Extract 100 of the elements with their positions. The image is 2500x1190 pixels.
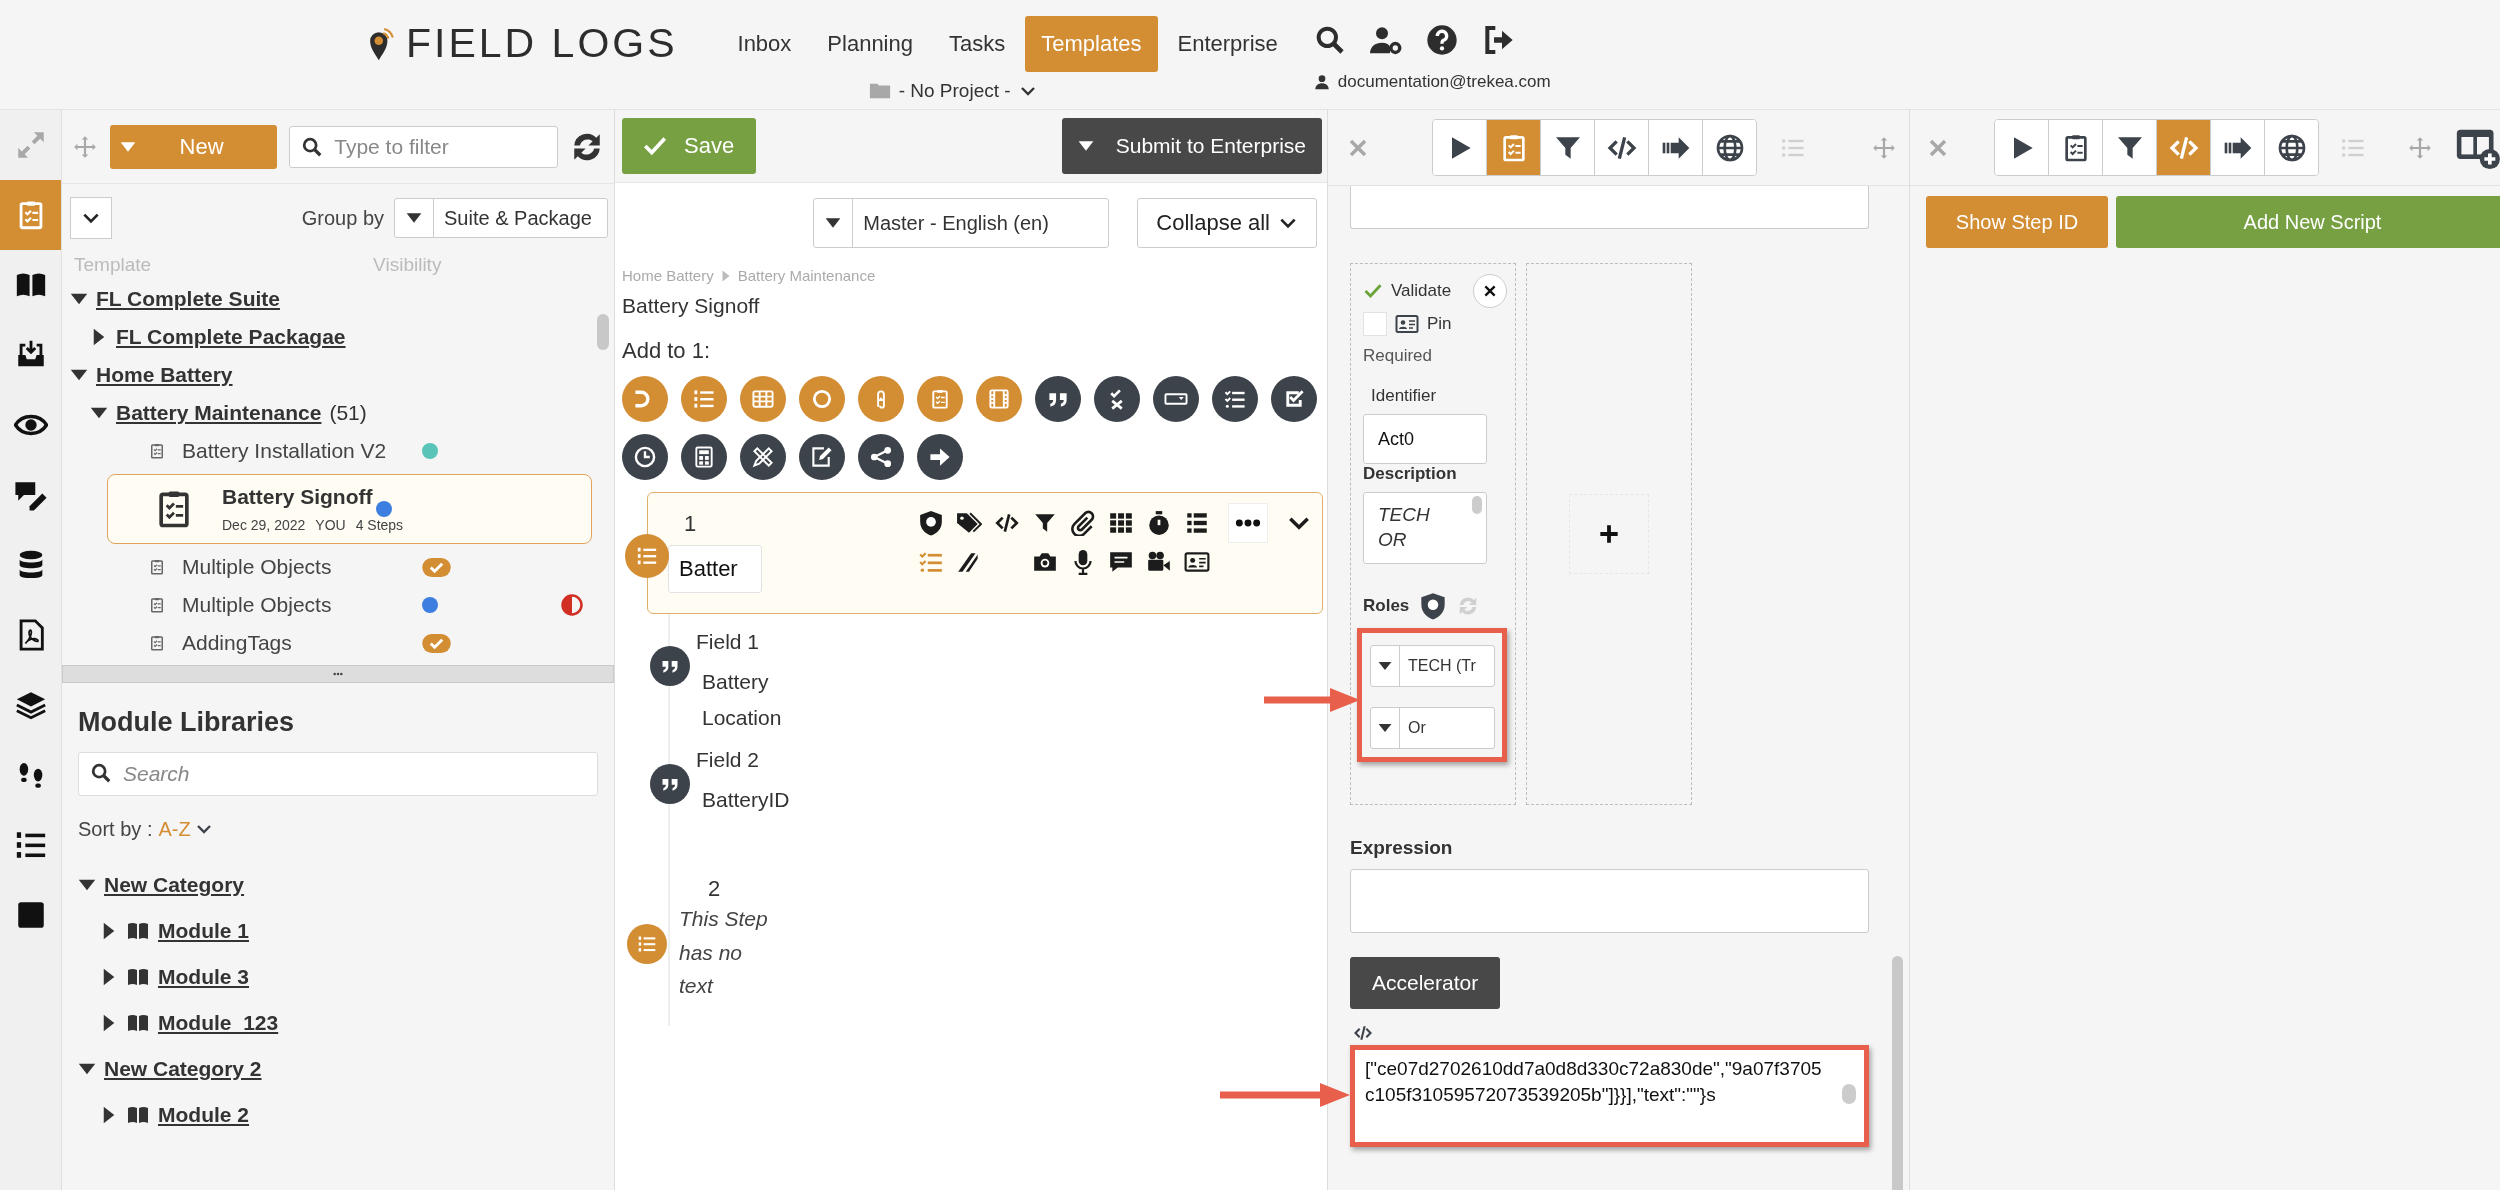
ring-icon[interactable] [799, 376, 845, 422]
calculator-icon[interactable] [681, 434, 727, 480]
help-icon[interactable] [1425, 24, 1458, 56]
shield-icon [1419, 592, 1448, 620]
template-row[interactable]: Multiple Objects [62, 586, 592, 624]
grid-icon[interactable] [1108, 510, 1134, 536]
language-select[interactable]: Master - English (en) [813, 198, 1110, 248]
template-row[interactable]: Battery Installation V2 [62, 432, 592, 470]
check-x-icon[interactable] [1094, 376, 1140, 422]
code-field[interactable]: ["ce07d2702610dd7a0d8d330c72a830de","9a07f3705c105f31059572073539205b"]}}],"text":""}s [1355, 1050, 1864, 1142]
panel-tab[interactable] [2102, 120, 2156, 175]
close-icon [1482, 283, 1498, 299]
panel-tab[interactable] [2264, 120, 2318, 175]
quote-icon[interactable] [1035, 376, 1081, 422]
search-icon [90, 762, 112, 784]
arc-icon[interactable] [622, 376, 668, 422]
expression-label: Expression [1350, 837, 1454, 859]
scrollbar-thumb[interactable] [1892, 956, 1903, 1190]
panel-tab[interactable] [1594, 120, 1648, 175]
nav-tab[interactable]: Tasks [933, 16, 1022, 72]
suite-link[interactable]: Home Battery [96, 363, 233, 387]
share-icon[interactable] [858, 434, 904, 480]
panel-tab[interactable] [2048, 120, 2102, 175]
scrollbar-thumb[interactable] [1842, 1084, 1856, 1104]
step-number: 2 [708, 876, 722, 902]
edit-icon[interactable] [799, 434, 845, 480]
step-name-field[interactable]: Batter [668, 545, 762, 593]
comment-icon[interactable] [1108, 549, 1134, 575]
template-row[interactable]: Multiple Objects [62, 548, 592, 586]
search-field[interactable]: Search [78, 752, 598, 796]
checkbox-icon[interactable] [1271, 376, 1317, 422]
category-link[interactable]: New Category 2 [104, 1057, 262, 1081]
field-label: Field 2 [696, 748, 761, 772]
shield-icon[interactable] [918, 510, 944, 536]
dropdown-icon[interactable] [1153, 376, 1199, 422]
step-row[interactable]: 2 This Step has no text [668, 866, 1323, 1026]
film-icon[interactable] [976, 376, 1022, 422]
quote-icon [650, 646, 690, 686]
more-button[interactable] [1228, 503, 1268, 543]
item-count: (51) [329, 401, 367, 425]
checklist-icon[interactable] [1212, 376, 1258, 422]
nav-tab[interactable]: Inbox [721, 16, 808, 72]
list-icon[interactable] [1184, 510, 1210, 536]
id-card-icon [1395, 312, 1419, 336]
submit-button[interactable]: Submit to Enterprise [1061, 118, 1322, 174]
accelerator-button[interactable]: Accelerator [1350, 957, 1501, 1009]
selected-template-card[interactable]: Battery Signoff Dec 29, 2022 YOU 4 Steps [107, 474, 592, 544]
project-selector[interactable]: - No Project - [868, 80, 1037, 102]
user-settings-icon[interactable] [1369, 24, 1402, 56]
id-card-icon[interactable] [1184, 549, 1210, 575]
role-select[interactable]: TECH (Tr [1370, 645, 1495, 687]
panel-tab[interactable] [1433, 120, 1486, 175]
clipboard-icon [148, 558, 166, 576]
module-link[interactable]: Module 1 [158, 919, 249, 943]
step-card[interactable]: 1 Batter [647, 492, 1323, 614]
checkbox[interactable] [1363, 312, 1387, 336]
identifier-label: Identifier [1371, 386, 1438, 406]
step-note: This Step has no text [679, 906, 769, 1000]
clipboard-icon[interactable] [917, 376, 963, 422]
attachment-icon[interactable] [858, 376, 904, 422]
user-email: documentation@trekea.com [1337, 72, 1551, 92]
module-link[interactable]: Module 3 [158, 965, 249, 989]
category-link[interactable]: New Category [104, 873, 245, 897]
arrow-right-icon[interactable] [917, 434, 963, 480]
close-button[interactable] [1473, 274, 1507, 308]
section-title: Module Libraries [78, 707, 296, 738]
module-link[interactable]: Module_123 [158, 1011, 279, 1035]
module-link[interactable]: Module 2 [158, 1103, 249, 1127]
description-label: Description [1363, 464, 1458, 484]
collapse-all-button[interactable]: Collapse all [1137, 198, 1317, 248]
package-link[interactable]: FL Complete Packagae [116, 325, 346, 349]
panel-tab[interactable] [1540, 120, 1594, 175]
group-by-select[interactable]: Suite & Package [394, 198, 608, 238]
operator-select[interactable]: Or [1370, 707, 1495, 749]
panel-tab[interactable] [2210, 120, 2264, 175]
table-icon[interactable] [740, 376, 786, 422]
nav-tab[interactable]: Enterprise [1161, 16, 1294, 72]
numbered-list-icon[interactable] [681, 376, 727, 422]
pencil-ruler-icon[interactable] [740, 434, 786, 480]
panel-tab[interactable] [1995, 120, 2048, 175]
suite-link[interactable]: FL Complete Suite [96, 287, 280, 311]
dropdown-button[interactable] [70, 197, 112, 239]
scrollbar-thumb[interactable] [1472, 496, 1482, 514]
stopwatch-icon[interactable] [1146, 510, 1172, 536]
template-row[interactable]: AddingTags [62, 624, 592, 662]
filter-field[interactable]: Type to filter [289, 125, 558, 168]
panel-tab[interactable] [1702, 120, 1756, 175]
identifier-field[interactable]: Act0 [1363, 414, 1487, 464]
expression-field[interactable] [1350, 869, 1869, 933]
description-field[interactable]: TECH OR [1363, 492, 1487, 564]
roles-label: Roles [1363, 596, 1410, 616]
package-link[interactable]: Battery Maintenance [116, 401, 322, 425]
clock-icon[interactable] [622, 434, 668, 480]
panel-tab[interactable] [1648, 120, 1702, 175]
scrollbar-thumb[interactable] [597, 314, 609, 350]
template-title: Battery Signoff [622, 294, 761, 318]
nav-tab[interactable]: Planning [811, 16, 929, 72]
paperclip-icon[interactable] [1070, 510, 1096, 536]
column-header: Template [74, 254, 152, 277]
clipboard-nav-item[interactable] [0, 180, 61, 250]
